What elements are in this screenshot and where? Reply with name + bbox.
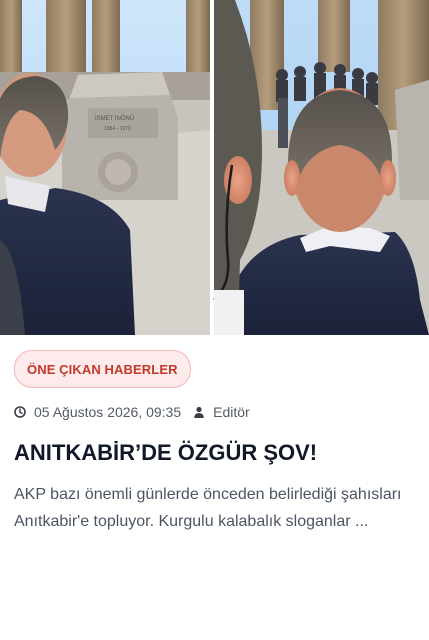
post-date: 05 Ağustos 2026, 09:35 (14, 404, 181, 420)
category-badge[interactable]: ÖNE ÇIKAN HABERLER (14, 350, 191, 388)
hero-image[interactable]: İSMET İNÖNÜ 1884 - 1973 (0, 0, 429, 335)
post-meta: 05 Ağustos 2026, 09:35 Editör (14, 402, 262, 422)
tomb-inscription: İSMET İNÖNÜ (95, 115, 134, 122)
post-date-text: 05 Ağustos 2026, 09:35 (34, 404, 182, 420)
user-icon (194, 406, 204, 418)
post-author-name: Editör (213, 404, 250, 420)
article-excerpt: AKP bazı önemli günlerde önceden belirle… (14, 486, 402, 530)
post-author[interactable]: Editör (193, 404, 250, 420)
tomb-years: 1884 - 1973 (104, 126, 131, 132)
clock-icon (14, 406, 26, 418)
news-card: İSMET İNÖNÜ 1884 - 1973 ÖNE ÇIKAN HABERL… (0, 0, 429, 640)
article-title[interactable]: ANITKABİR’DE ÖZGÜR ŞOV! (14, 438, 414, 468)
